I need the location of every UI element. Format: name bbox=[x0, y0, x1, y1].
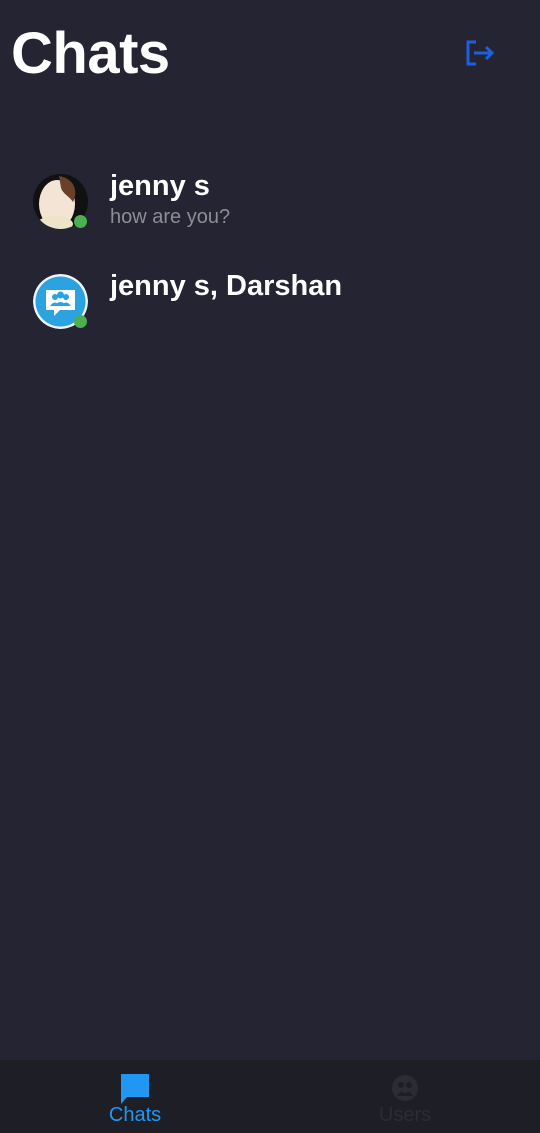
online-indicator bbox=[74, 215, 87, 228]
chat-list: jenny s how are you? jenny s, Darshan bbox=[0, 168, 540, 368]
users-icon bbox=[392, 1075, 418, 1101]
page-title: Chats bbox=[11, 21, 170, 86]
chat-last-message: how are you? bbox=[110, 206, 231, 228]
tab-users[interactable]: Users bbox=[270, 1060, 540, 1133]
tab-label: Users bbox=[378, 1104, 432, 1126]
tab-chats[interactable]: Chats bbox=[0, 1060, 270, 1133]
chat-item[interactable]: jenny s how are you? bbox=[0, 168, 540, 268]
bottom-tab-bar: Chats Users bbox=[0, 1060, 540, 1133]
chat-name: jenny s, Darshan bbox=[110, 270, 343, 302]
logout-icon bbox=[466, 40, 495, 66]
online-indicator bbox=[74, 315, 87, 328]
tab-label: Chats bbox=[108, 1104, 162, 1126]
logout-button[interactable] bbox=[462, 38, 496, 68]
chat-name: jenny s bbox=[110, 170, 210, 202]
chat-item[interactable]: jenny s, Darshan bbox=[0, 268, 540, 368]
chat-bubble-icon bbox=[121, 1074, 149, 1104]
